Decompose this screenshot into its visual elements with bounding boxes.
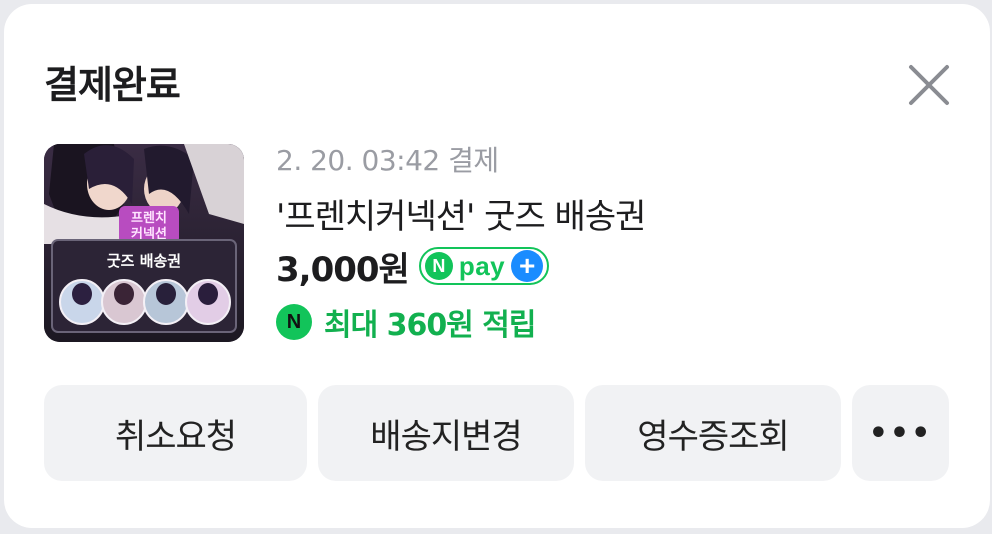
thumbnail-banner-text: 굿즈 배송권 [107, 252, 181, 270]
product-thumbnail[interactable]: 프렌치 커넥션 굿즈 배송권 [44, 144, 244, 342]
close-icon[interactable] [904, 60, 954, 110]
points-text: 최대 360원 적립 [324, 308, 537, 343]
view-receipt-button[interactable]: 영수증조회 [585, 385, 841, 481]
points-row: N 최대 360원 적립 [276, 302, 537, 343]
change-address-button[interactable]: 배송지변경 [318, 385, 574, 481]
cancel-request-button[interactable]: 취소요청 [44, 385, 307, 481]
plus-icon: + [511, 250, 544, 282]
price: 3,000원 [276, 249, 410, 290]
more-options-button[interactable]: ••• [852, 385, 949, 481]
thumbnail-logo-line1: 프렌치 [131, 210, 167, 226]
npay-text: pay [458, 250, 506, 281]
page-title: 결제완료 [44, 63, 181, 107]
npay-n-icon: N [424, 252, 453, 280]
product-name[interactable]: '프렌치커넥션' 굿즈 배송권 [276, 189, 646, 238]
price-row: 3,000원 N pay + [276, 244, 550, 290]
npay-points-icon: N [276, 304, 312, 340]
payment-date: 2. 20. 03:42 결제 [276, 144, 499, 177]
npay-plus-badge: N pay + [418, 247, 550, 285]
payment-complete-card: 결제완료 프렌치 커넥션 굿즈 배송권 2. 20. 03:42 결제 '프렌치… [4, 4, 990, 528]
